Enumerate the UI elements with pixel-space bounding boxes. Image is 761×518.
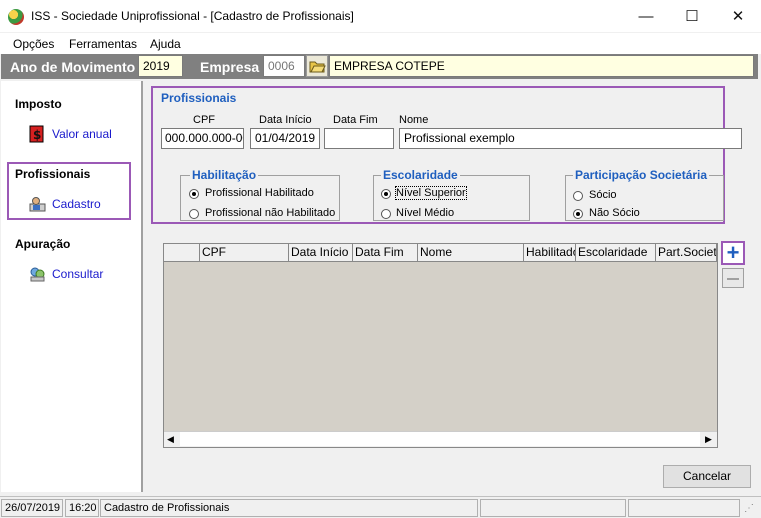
sidebar-item-consultar[interactable]: Consultar: [52, 267, 103, 281]
minimize-button[interactable]: —: [623, 0, 669, 32]
open-folder-button[interactable]: [306, 55, 328, 77]
status-date: 26/07/2019: [1, 499, 63, 517]
person-card-icon: [29, 196, 46, 212]
grid-col-habilitado[interactable]: Habilitado: [524, 244, 576, 261]
end-date-input[interactable]: [324, 128, 394, 149]
grid-col-indicator: [164, 244, 200, 261]
dollar-book-icon: $: [29, 125, 45, 143]
name-input[interactable]: Profissional exemplo: [399, 128, 742, 149]
year-label: Ano de Movimento: [10, 59, 136, 75]
sidebar-heading-profissionais: Profissionais: [15, 167, 91, 181]
company-code-field[interactable]: 0006: [263, 55, 305, 77]
status-panel-empty-2: [628, 499, 740, 517]
radio-habilitado-label[interactable]: Profissional Habilitado: [205, 187, 314, 199]
grid-col-part-societ[interactable]: Part.Societ.: [656, 244, 717, 261]
add-button[interactable]: +: [721, 241, 745, 265]
sidebar-item-cadastro[interactable]: Cadastro: [52, 197, 101, 211]
folder-icon: [309, 61, 326, 73]
people-search-icon: [29, 266, 45, 282]
grid-col-escolaridade[interactable]: Escolaridade: [576, 244, 656, 261]
close-button[interactable]: ✕: [715, 0, 761, 32]
company-label: Empresa: [200, 59, 260, 75]
menu-ajuda[interactable]: Ajuda: [150, 37, 181, 51]
grid-col-cpf[interactable]: CPF: [200, 244, 289, 261]
status-panel-empty-1: [480, 499, 626, 517]
status-message: Cadastro de Profissionais: [100, 499, 478, 517]
radio-nivel-medio-label[interactable]: Nível Médio: [396, 207, 454, 219]
name-label: Nome: [399, 114, 429, 126]
cpf-label: CPF: [193, 114, 215, 126]
start-date-label: Data Início: [259, 114, 312, 126]
start-date-input[interactable]: 01/04/2019: [250, 128, 320, 149]
scroll-right-icon[interactable]: ▶: [705, 434, 712, 445]
grid-col-data-fim[interactable]: Data Fim: [353, 244, 418, 261]
remove-button[interactable]: [722, 268, 744, 288]
radio-nao-socio-label[interactable]: Não Sócio: [589, 207, 640, 219]
resize-grip-icon[interactable]: ⋰: [744, 503, 754, 514]
radio-nao-habilitado[interactable]: [189, 209, 199, 219]
grid-col-data-inicio[interactable]: Data Início: [289, 244, 353, 261]
cancel-button[interactable]: Cancelar: [663, 465, 751, 488]
group-title: Profissionais: [161, 91, 237, 105]
radio-socio[interactable]: [573, 191, 583, 201]
radio-nivel-superior-label[interactable]: Nível Superior: [395, 186, 467, 200]
profissionais-grid[interactable]: [163, 243, 718, 448]
radio-nao-socio[interactable]: [573, 209, 583, 219]
end-date-label: Data Fim: [333, 114, 378, 126]
grid-header: CPF Data Início Data Fim Nome Habilitado…: [164, 244, 717, 262]
svg-text:$: $: [33, 128, 41, 142]
radio-nivel-medio[interactable]: [381, 209, 391, 219]
radio-habilitado[interactable]: [189, 189, 199, 199]
company-name-field: EMPRESA COTEPE: [329, 55, 754, 77]
sidebar-item-valor-anual[interactable]: Valor anual: [52, 127, 112, 141]
menu-opcoes[interactable]: Opções: [13, 37, 54, 51]
sidebar-heading-imposto: Imposto: [15, 97, 62, 111]
scroll-left-icon[interactable]: ◀: [167, 434, 174, 445]
participacao-title: Participação Societária: [573, 168, 710, 182]
sidebar-heading-apuracao: Apuração: [15, 237, 71, 251]
grid-col-nome[interactable]: Nome: [418, 244, 524, 261]
menu-ferramentas[interactable]: Ferramentas: [69, 37, 137, 51]
maximize-button[interactable]: ☐: [669, 0, 715, 32]
habilitacao-title: Habilitação: [190, 168, 259, 182]
sidebar: [1, 81, 143, 492]
radio-nivel-superior[interactable]: [381, 189, 391, 199]
app-icon: [8, 9, 24, 25]
cpf-input[interactable]: 000.000.000-00: [161, 128, 244, 149]
year-field[interactable]: 2019: [138, 55, 183, 77]
scrollbar-track[interactable]: [180, 432, 700, 446]
radio-nao-habilitado-label[interactable]: Profissional não Habilitado: [205, 207, 335, 219]
escolaridade-title: Escolaridade: [381, 168, 460, 182]
status-time: 16:20: [65, 499, 99, 517]
radio-socio-label[interactable]: Sócio: [589, 189, 617, 201]
window-title: ISS - Sociedade Uniprofissional - [Cadas…: [31, 9, 354, 23]
